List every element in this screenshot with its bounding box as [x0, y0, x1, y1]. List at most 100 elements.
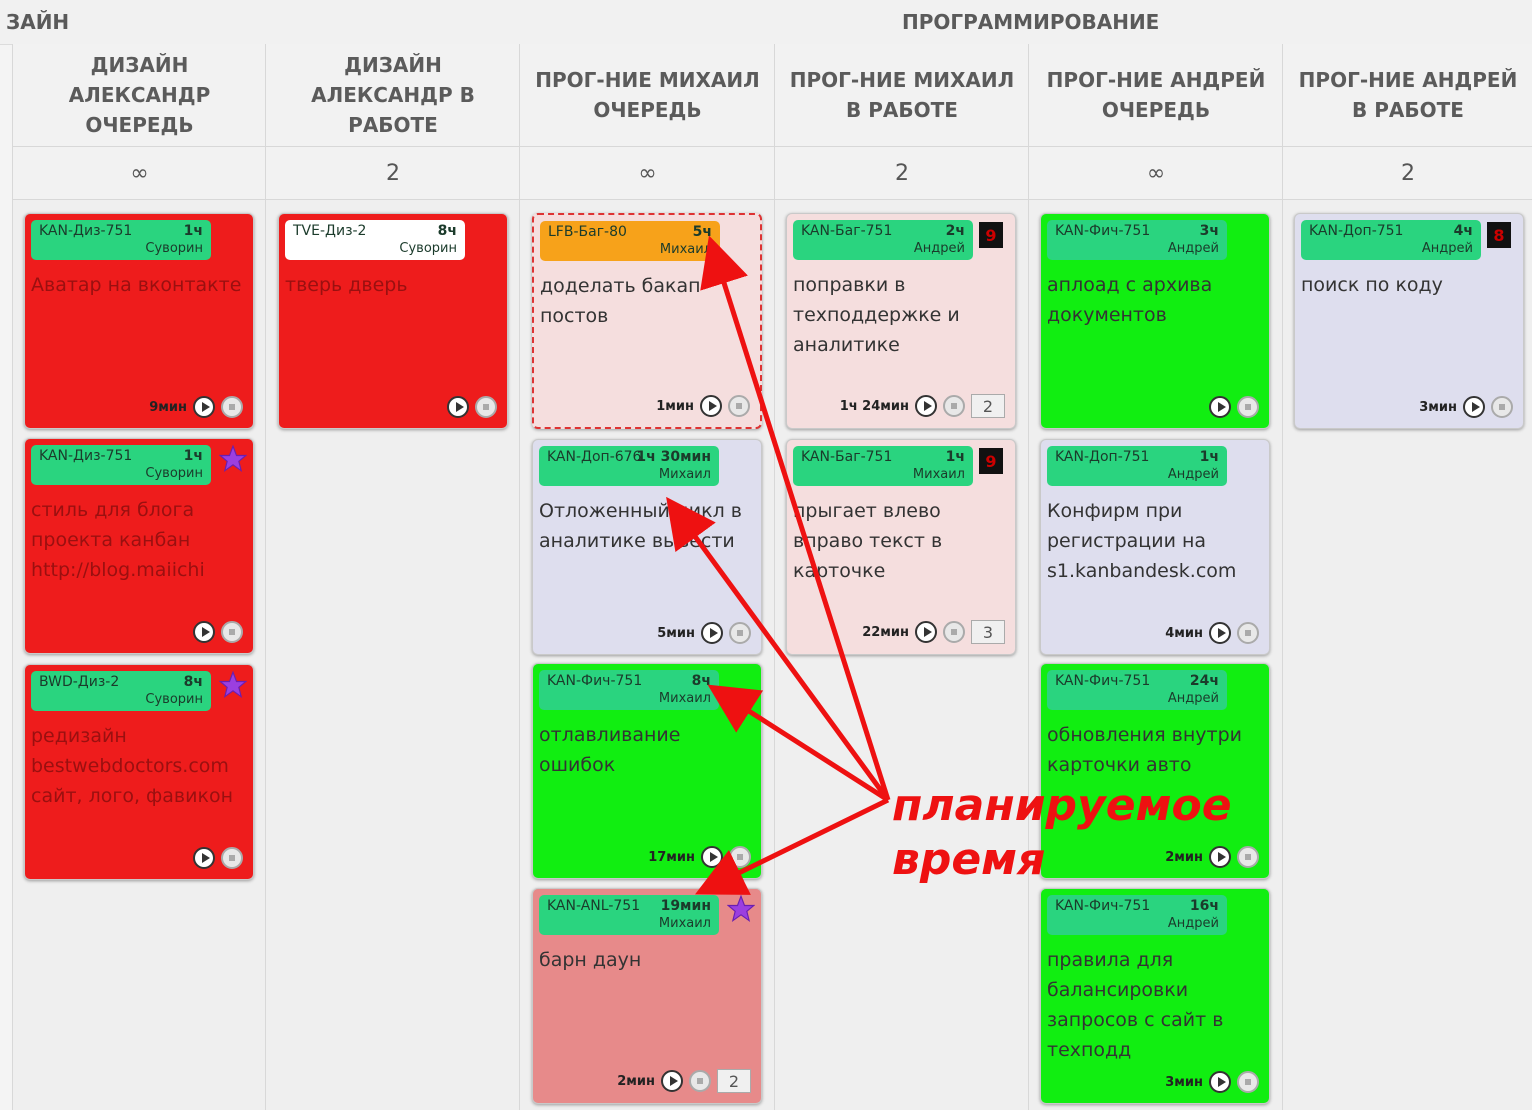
- play-icon[interactable]: [193, 621, 215, 643]
- task-card[interactable]: KAN-Доп-676 1ч 30мин Михаил Отложенный ци…: [532, 439, 762, 655]
- card-assignee: Суворин: [145, 241, 203, 256]
- card-assignee: Андрей: [1167, 241, 1219, 256]
- card-tag: KAN-Фич-751 3ч Андрей: [1047, 220, 1227, 260]
- task-card[interactable]: BWD-Диз-2 8ч Суворин редизайн bestwebdoct…: [24, 664, 254, 880]
- card-assignee: Андрей: [913, 241, 965, 256]
- card-footer: 3мин: [1419, 396, 1513, 418]
- column-body-2: [265, 44, 520, 1110]
- elapsed-time: 2мин: [1165, 849, 1203, 865]
- stop-icon[interactable]: [943, 395, 965, 417]
- stop-icon[interactable]: [221, 847, 243, 869]
- stop-icon[interactable]: [1237, 1071, 1259, 1093]
- stop-icon[interactable]: [729, 622, 751, 644]
- card-code: KAN-Доп-676: [547, 449, 642, 465]
- stop-icon[interactable]: [728, 395, 750, 417]
- card-assignee: Михаил: [659, 242, 712, 257]
- task-card[interactable]: KAN-Фич-751 24ч Андрей обновления внутри …: [1040, 663, 1270, 879]
- comment-count-badge[interactable]: 3: [971, 620, 1005, 644]
- card-footer: 1мин: [656, 395, 750, 417]
- task-card[interactable]: KAN-Доп-751 1ч Андрей Конфирм при регистр…: [1040, 439, 1270, 655]
- task-card[interactable]: KAN-Баг-751 1ч Михаил 9 прыгает влево впра…: [786, 439, 1016, 655]
- star-icon[interactable]: [727, 895, 755, 923]
- play-icon[interactable]: [700, 395, 722, 417]
- card-title: тверь дверь: [285, 274, 408, 296]
- task-card[interactable]: KAN-Фич-751 3ч Андрей аплоад с архива док…: [1040, 213, 1270, 429]
- task-card[interactable]: KAN-Фич-751 8ч Михаил отлавливание ошибок…: [532, 663, 762, 879]
- stop-icon[interactable]: [943, 621, 965, 643]
- card-footer: 17мин: [648, 846, 751, 868]
- task-card[interactable]: LFB-Баг-80 5ч Михаил доделать бакап посто…: [532, 213, 762, 429]
- column-header-prog-andrey-inprogress[interactable]: ПРОГ-НИЕ АНДРЕЙ В РАБОТЕ: [1282, 44, 1532, 147]
- elapsed-time: 4мин: [1165, 625, 1203, 641]
- stop-icon[interactable]: [1237, 846, 1259, 868]
- task-card[interactable]: KAN-Доп-751 4ч Андрей 8 поиск по коду 3мин: [1294, 213, 1524, 429]
- card-tag: TVE-Диз-2 8ч Суворин: [285, 220, 465, 260]
- play-icon[interactable]: [1209, 846, 1231, 868]
- card-footer: [193, 621, 243, 643]
- card-assignee: Михаил: [658, 467, 711, 482]
- column-header-design-alexander-queue[interactable]: ДИЗАЙН АЛЕКСАНДР ОЧЕРЕДЬ: [12, 44, 266, 147]
- task-card[interactable]: KAN-Диз-751 1ч Суворин Аватар на вконтакт…: [24, 213, 254, 429]
- stop-icon[interactable]: [729, 846, 751, 868]
- stop-icon[interactable]: [475, 396, 497, 418]
- card-assignee: Андрей: [1421, 241, 1473, 256]
- task-card[interactable]: TVE-Диз-2 8ч Суворин тверь дверь: [278, 213, 508, 429]
- stop-icon[interactable]: [1237, 396, 1259, 418]
- card-estimate: 1ч: [945, 449, 965, 465]
- elapsed-time: 3мин: [1419, 399, 1457, 415]
- blocker-badge: 8: [1487, 222, 1511, 248]
- column-header-prog-mikhail-queue[interactable]: ПРОГ-НИЕ МИХАИЛ ОЧЕРЕДЬ: [519, 44, 775, 147]
- star-icon[interactable]: [219, 445, 247, 473]
- stop-icon[interactable]: [221, 396, 243, 418]
- card-code: KAN-Баг-751: [801, 223, 893, 239]
- card-code: KAN-Фич-751: [1055, 673, 1151, 689]
- card-title: стиль для блога проекта канбан http://bl…: [31, 499, 205, 581]
- play-icon[interactable]: [661, 1070, 683, 1092]
- star-icon[interactable]: [219, 671, 247, 699]
- comment-count-badge[interactable]: 2: [971, 394, 1005, 418]
- card-footer: [447, 396, 497, 418]
- play-icon[interactable]: [193, 847, 215, 869]
- wip-limit: ∞: [12, 147, 266, 200]
- stop-icon[interactable]: [689, 1070, 711, 1092]
- wip-limit: ∞: [519, 147, 775, 200]
- card-tag: KAN-Доп-751 1ч Андрей: [1047, 446, 1227, 486]
- task-card[interactable]: KAN-ANL-751 19мин Михаил барн даун 2мин 2: [532, 888, 762, 1104]
- card-footer: 2мин 2: [617, 1069, 751, 1093]
- play-icon[interactable]: [701, 846, 723, 868]
- blocker-badge: 9: [979, 448, 1003, 474]
- card-title: Отложенный цикл в аналитике вывести: [539, 500, 742, 552]
- play-icon[interactable]: [701, 622, 723, 644]
- play-icon[interactable]: [1209, 396, 1231, 418]
- play-icon[interactable]: [915, 621, 937, 643]
- play-icon[interactable]: [1209, 1071, 1231, 1093]
- card-tag: KAN-Диз-751 1ч Суворин: [31, 445, 211, 485]
- card-title: аплоад с архива документов: [1047, 274, 1213, 326]
- task-card[interactable]: KAN-Баг-751 2ч Андрей 9 поправки в техподд…: [786, 213, 1016, 429]
- stop-icon[interactable]: [1491, 396, 1513, 418]
- card-code: KAN-Доп-751: [1055, 449, 1150, 465]
- task-card[interactable]: KAN-Диз-751 1ч Суворин стиль для блога пр…: [24, 438, 254, 654]
- card-footer: 4мин: [1165, 622, 1259, 644]
- card-tag: KAN-ANL-751 19мин Михаил: [539, 895, 719, 935]
- column-header-prog-mikhail-inprogress[interactable]: ПРОГ-НИЕ МИХАИЛ В РАБОТЕ: [774, 44, 1029, 147]
- card-title: поправки в техподдержке и аналитике: [793, 274, 960, 356]
- stop-icon[interactable]: [1237, 622, 1259, 644]
- stop-icon[interactable]: [221, 621, 243, 643]
- task-card[interactable]: KAN-Фич-751 16ч Андрей правила для баланс…: [1040, 888, 1270, 1104]
- play-icon[interactable]: [915, 395, 937, 417]
- card-title: Аватар на вконтакте: [31, 274, 242, 296]
- play-icon[interactable]: [193, 396, 215, 418]
- card-tag: LFB-Баг-80 5ч Михаил: [540, 221, 720, 261]
- card-assignee: Михаил: [912, 467, 965, 482]
- card-title: отлавливание ошибок: [539, 724, 681, 776]
- wip-limit: 2: [1282, 147, 1532, 200]
- play-icon[interactable]: [1463, 396, 1485, 418]
- column-header-design-alexander-inprogress[interactable]: ДИЗАЙН АЛЕКСАНДР В РАБОТЕ: [265, 44, 520, 147]
- play-icon[interactable]: [1209, 622, 1231, 644]
- section-programming: ПРОГРАММИРОВАНИЕ: [902, 10, 1160, 34]
- column-header-prog-andrey-queue[interactable]: ПРОГ-НИЕ АНДРЕЙ ОЧЕРЕДЬ: [1028, 44, 1283, 147]
- comment-count-badge[interactable]: 2: [717, 1069, 751, 1093]
- play-icon[interactable]: [447, 396, 469, 418]
- card-tag: KAN-Доп-751 4ч Андрей: [1301, 220, 1481, 260]
